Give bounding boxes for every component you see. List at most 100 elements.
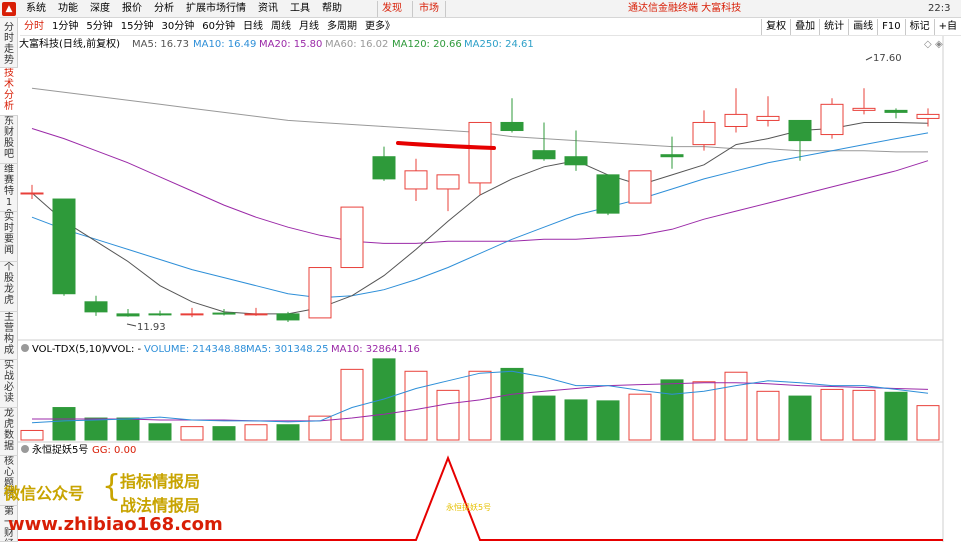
candle-body-up [436,174,460,190]
volume-bar [244,424,268,441]
side-tab-lhb-data[interactable]: 龙虎数据 [0,408,18,456]
side-tab-business[interactable]: 主营构成 [0,312,18,360]
menu-item-quote[interactable]: 报价 [118,0,150,18]
period-tab-15min[interactable]: 15分钟 [117,18,158,36]
candle-body-down [500,121,524,132]
candle-body-down [532,150,556,160]
candle-body-up [308,267,332,319]
legend-ma10: MA10: 16.49 [193,39,256,50]
candle-body-up [756,115,780,121]
period-tab-more[interactable]: 更多》 [361,18,399,36]
volume-bar [564,399,588,441]
candle-body-up [820,103,844,136]
menu-item-function[interactable]: 功能 [54,0,86,18]
period-tab-intraday[interactable]: 分时 [20,18,48,36]
candle[interactable] [820,98,844,139]
volume-bar [852,389,876,441]
volume-bar [180,426,204,441]
kline-chart-area[interactable]: 大富科技(日线,前复权) MA5: 16.73 MA10: 16.49 MA20… [0,0,961,542]
volume-bar [884,391,908,441]
custom-add-button[interactable]: +自 [933,19,961,35]
menu-item-news[interactable]: 资讯 [254,0,286,18]
side-tab-technical[interactable]: 技术分析 [0,68,18,116]
candle-body-up [916,113,940,119]
candle-body-up [468,121,492,184]
volume-bar [500,367,524,441]
draw-line-button[interactable]: 画线 [848,19,877,35]
side-tab-intraday[interactable]: 分时走势 [0,22,18,68]
watermark-tactics-bureau: 战法情报局 [120,496,201,515]
adjust-button[interactable]: 复权 [761,19,790,35]
period-tab-daily[interactable]: 日线 [239,18,267,36]
volume-bar [116,417,140,441]
app-logo-icon[interactable]: ▲ [2,2,16,16]
mark-button[interactable]: 标记 [904,19,934,35]
candle-body-down [596,174,620,214]
candle[interactable] [596,174,620,216]
period-tab-multi[interactable]: 多周期 [323,18,361,36]
candle-body-up [404,170,428,190]
period-tab-weekly[interactable]: 周线 [267,18,295,36]
ind-legend-gg: GG: 0.00 [92,445,136,456]
overlay-button[interactable]: 叠加 [790,19,819,35]
side-tab-must-read[interactable]: 实战必读 [0,360,18,408]
window-title: 通达信金融终端 大富科技 [628,3,742,14]
chart-tools: 复权 叠加 统计 画线 F10 标记 +自 [761,19,961,35]
menu-bar: ▲ 系统 功能 深度 报价 分析 扩展市场行情 资讯 工具 帮助 发现 市场 通… [0,0,961,18]
volume-bar [756,390,780,441]
candle-body-down [116,313,140,317]
candle[interactable] [52,198,76,296]
discover-button[interactable]: 发现 [377,1,406,17]
statistics-button[interactable]: 统计 [819,19,848,35]
vol-legend-ma5: MA5: 301348.25 [246,344,328,355]
candle-body-down [52,198,76,295]
period-tab-1min[interactable]: 1分钟 [48,18,82,36]
volume-bar [532,395,556,441]
candle-body-down [212,312,236,315]
period-tab-5min[interactable]: 5分钟 [82,18,116,36]
vol-legend-collapse-icon[interactable] [21,344,29,352]
period-tab-60min[interactable]: 60分钟 [198,18,239,36]
candle-body-up [244,313,268,316]
candle-body-up [724,113,748,127]
period-tab-30min[interactable]: 30分钟 [157,18,198,36]
market-button[interactable]: 市场 [412,1,446,17]
candle-body-down [84,301,108,313]
clock: 22:3 [928,3,951,14]
side-tab-news[interactable]: 实时要闻 [0,212,18,262]
left-tab-bar: 分时走势 技术分析 东财股吧 维赛特10 实时要闻 个股龙虎 主营构成 实战必读… [0,18,18,542]
legend-ma250: MA250: 24.61 [464,39,534,50]
candle-body-up [20,192,44,195]
watermark-url: www.zhibiao168.com [8,514,223,535]
side-tab-guba[interactable]: 东财股吧 [0,116,18,164]
volume-bar [820,388,844,441]
f10-button[interactable]: F10 [877,19,904,35]
trading-terminal-window: 大富科技(日线,前复权) MA5: 16.73 MA10: 16.49 MA20… [0,0,961,542]
volume-bar [468,370,492,441]
volume-bar [628,393,652,441]
period-tab-monthly[interactable]: 月线 [295,18,323,36]
candle[interactable] [308,267,332,319]
menu-item-help[interactable]: 帮助 [318,0,350,18]
side-tab-dragon-tiger[interactable]: 个股龙虎 [0,262,18,312]
candle[interactable] [340,206,364,269]
ind-legend-collapse-icon[interactable] [21,445,29,453]
menu-item-extended-market[interactable]: 扩展市场行情 [182,0,254,18]
side-tab-weisaite[interactable]: 维赛特10 [0,164,18,212]
candle-body-up [180,313,204,316]
settings-diamond-icon[interactable]: ◈ [935,39,943,50]
vol-legend-ma10: MA10: 328641.16 [331,344,420,355]
volume-bar [84,417,108,441]
volume-legend: VOL-TDX(5,10) VVOL: - VOLUME: 214348.88 … [21,344,420,355]
menu-item-system[interactable]: 系统 [22,0,54,18]
vol-legend-name: VOL-TDX(5,10) [32,344,105,355]
menu-item-tools[interactable]: 工具 [286,0,318,18]
diamond-icon[interactable]: ◇ [924,39,932,50]
menu-item-analysis[interactable]: 分析 [150,0,182,18]
indicator-signal-label: 永恒捉妖5号 [446,502,491,512]
candle[interactable] [628,170,652,204]
volume-bar [20,429,44,441]
menu-item-depth[interactable]: 深度 [86,0,118,18]
legend-stock-name: 大富科技(日线,前复权) [19,37,120,50]
volume-bar [436,389,460,441]
